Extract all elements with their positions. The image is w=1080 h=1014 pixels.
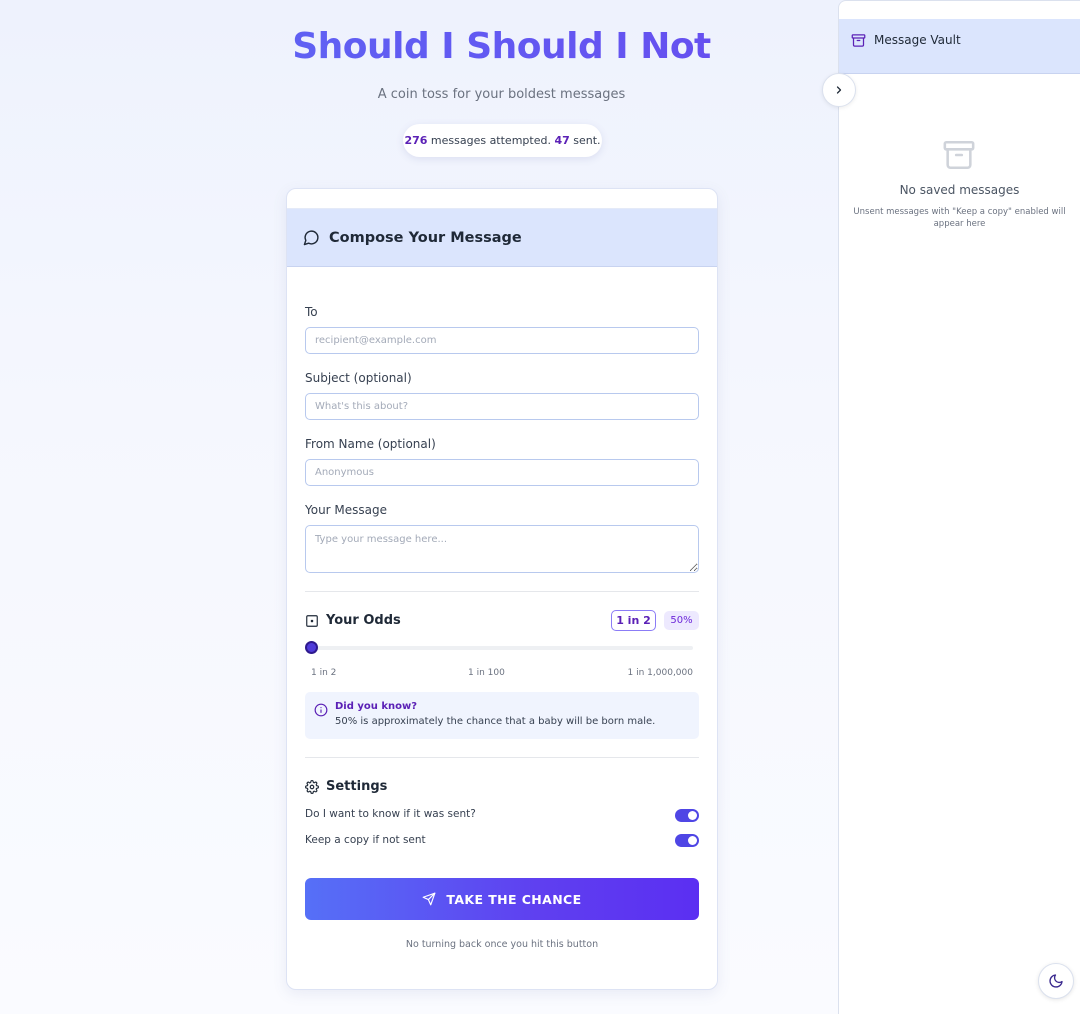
info-icon [314,703,328,717]
divider [305,757,699,758]
archive-icon [851,33,866,48]
message-textarea[interactable] [305,525,699,573]
from-name-input[interactable] [305,459,699,486]
moon-icon [1048,973,1064,989]
take-the-chance-button[interactable]: TAKE THE CHANCE [305,878,699,920]
odds-percent-badge: 50% [664,611,699,630]
settings-section-title: Settings [305,779,387,794]
settings-title: Settings [326,779,388,794]
vault-header: Message Vault [839,19,1080,74]
compose-header: Compose Your Message [287,208,717,267]
vault-empty-title: No saved messages [899,183,1020,197]
gear-icon [305,779,319,794]
sent-text: sent. [569,134,601,147]
vault-empty-text: Unsent messages with "Keep a copy" enabl… [853,207,1066,229]
dice-icon [305,614,319,628]
to-label: To [305,305,318,319]
toggle-know-sent[interactable] [675,809,699,822]
odds-tick-min: 1 in 2 [311,668,337,678]
vault-title: Message Vault [874,33,961,47]
odds-slider-thumb[interactable] [305,641,318,654]
subject-input[interactable] [305,393,699,420]
did-you-know-box: Did you know? 50% is approximately the c… [305,692,699,739]
cta-footnote: No turning back once you hit this button [405,939,599,950]
attempted-text: messages attempted. [427,134,555,147]
to-input[interactable] [305,327,699,354]
setting-label-know-sent: Do I want to know if it was sent? [305,808,476,820]
message-circle-icon [303,229,320,246]
attempted-count: 276 [404,134,428,147]
from-name-label: From Name (optional) [305,437,436,451]
toggle-keep-copy[interactable] [675,834,699,847]
sent-count: 47 [554,134,570,147]
info-title: Did you know? [335,701,418,712]
archive-icon [942,138,976,172]
chevron-right-icon [833,84,845,96]
odds-slider[interactable] [305,641,693,654]
stats-pill: 276 messages attempted. 47 sent. [403,124,602,157]
toggle-knob [688,836,697,845]
compose-title: Compose Your Message [329,229,522,246]
info-text: 50% is approximately the chance that a b… [335,716,656,727]
odds-tick-mid: 1 in 100 [468,668,505,678]
divider [305,591,699,592]
message-vault-panel: Message Vault No saved messages Unsent m… [838,0,1080,1014]
odds-tick-max: 1 in 1,000,000 [627,668,693,678]
send-icon [422,892,436,906]
message-label: Your Message [305,503,388,517]
odds-badge: 1 in 2 [611,610,656,631]
collapse-panel-button[interactable] [822,73,856,107]
odds-section-title: Your Odds [305,613,401,628]
setting-label-keep-copy: Keep a copy if not sent [305,834,426,846]
cta-label: TAKE THE CHANCE [446,891,582,907]
toggle-knob [688,811,697,820]
odds-title: Your Odds [326,613,401,628]
theme-toggle-button[interactable] [1038,963,1074,999]
subject-label: Subject (optional) [305,371,412,385]
compose-card: Compose Your Message To Subject (optiona… [286,188,718,990]
